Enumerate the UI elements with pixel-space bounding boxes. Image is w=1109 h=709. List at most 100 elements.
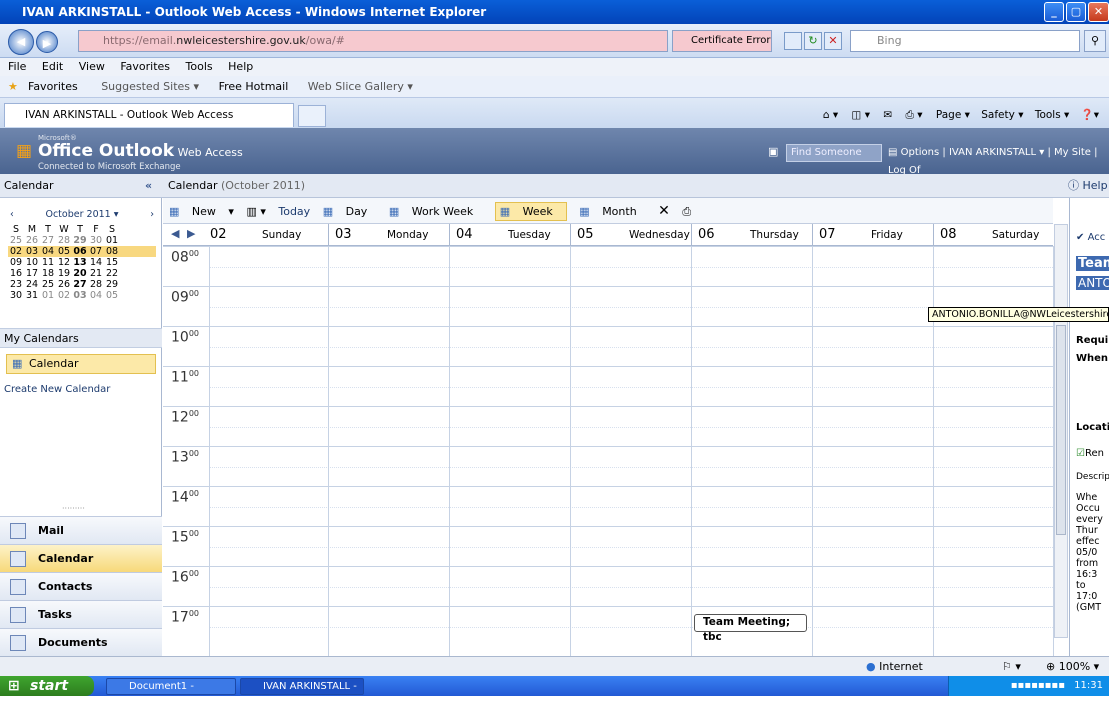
work-week-view-button[interactable]: ▦ Work Week [389,205,482,218]
day-header-wednesday[interactable]: 05 Wednesday [570,224,691,246]
mini-calendar-day[interactable]: 04 [88,290,104,301]
menu-file[interactable]: File [8,60,26,73]
close-button[interactable]: ✕ [1088,2,1109,22]
organizer-name[interactable]: ANTO [1076,276,1109,290]
new-tab-button[interactable] [298,105,326,127]
tray-icons[interactable]: ▪▪▪▪▪▪▪▪ [1011,680,1065,691]
mini-calendar-day[interactable]: 01 [40,290,56,301]
options-link[interactable]: Options [901,147,940,158]
certificate-error-button[interactable]: Certificate Error [672,30,772,52]
suggested-sites-link[interactable]: Suggested Sites ▾ [101,80,199,93]
mini-calendar-day[interactable]: 20 [72,268,88,279]
taskbar-item-word[interactable]: Document1 - Microsof... [106,678,236,707]
menu-edit[interactable]: Edit [42,60,63,73]
nav-mail[interactable]: Mail [0,516,162,544]
view-options-button[interactable]: ▥ ▾ [246,205,265,218]
pane-resize-grip[interactable]: ········· [62,504,85,513]
mini-calendar-day[interactable]: 05 [56,246,72,257]
maximize-button[interactable]: ▢ [1066,2,1086,22]
calendar-event[interactable]: Team Meeting; tbc [694,614,807,643]
mini-calendar-day[interactable]: 02 [56,290,72,301]
mini-calendar-day[interactable]: 07 [88,246,104,257]
day-header-thursday[interactable]: 06 Thursday [691,224,812,246]
print-icon[interactable]: ⎙ ▾ [906,109,923,121]
mini-calendar-day[interactable]: 29 [72,235,88,246]
prev-week-icon[interactable]: ◀ [171,227,179,240]
find-someone-input[interactable]: Find Someone [786,144,882,162]
mini-calendar-day[interactable]: 28 [56,235,72,246]
mini-calendar-day[interactable]: 10 [24,257,40,268]
page-menu[interactable]: Page ▾ [936,109,970,121]
day-header-saturday[interactable]: 08 Saturday [933,224,1054,246]
next-month-icon[interactable]: › [150,206,154,224]
mini-calendar-day[interactable]: 01 [104,235,120,246]
favorites-button[interactable]: Favorites [28,80,78,93]
collapse-pane-icon[interactable]: « [145,174,152,198]
search-box[interactable]: Bing [850,30,1080,52]
mini-calendar-day[interactable]: 05 [104,290,120,301]
mail-icon[interactable]: ✉ [883,109,892,121]
new-button[interactable]: ▦ New ▾ [169,205,234,218]
mini-calendar-day[interactable]: 08 [104,246,120,257]
mini-calendar-day[interactable]: 12 [56,257,72,268]
free-hotmail-link[interactable]: Free Hotmail [219,80,289,93]
clock[interactable]: 11:31 [1074,680,1103,691]
mini-calendar-month[interactable]: October 2011 [45,209,110,220]
search-icon[interactable]: ⚲ [1084,30,1106,52]
mini-calendar-day[interactable]: 25 [40,279,56,290]
start-button[interactable]: ⊞ start [0,676,94,696]
forward-button[interactable]: ▶ [36,31,58,53]
accept-button[interactable]: ✔ Acc [1076,232,1105,243]
refresh-icon[interactable]: ↻ [804,32,822,50]
mini-calendar-day[interactable]: 13 [72,257,88,268]
browser-tab[interactable]: IVAN ARKINSTALL - Outlook Web Access [4,103,294,127]
day-header-tuesday[interactable]: 04 Tuesday [449,224,570,246]
mini-calendar-day[interactable]: 28 [88,279,104,290]
menu-favorites[interactable]: Favorites [120,60,170,73]
mini-calendar-day[interactable]: 21 [88,268,104,279]
protected-mode-icon[interactable]: ⚐ ▾ [1002,657,1021,677]
compatibility-icon[interactable] [784,32,802,50]
week-grid[interactable]: 0800 0900 1000 1100 1200 1300 1400 1500 … [163,246,1054,656]
mini-calendar-day[interactable]: 30 [88,235,104,246]
mini-calendar-day[interactable]: 04 [40,246,56,257]
mini-calendar-day[interactable]: 15 [104,257,120,268]
back-button[interactable]: ◀ [8,29,34,55]
mini-calendar-day[interactable]: 22 [104,268,120,279]
create-new-calendar-link[interactable]: Create New Calendar [4,384,110,395]
mini-calendar-day[interactable]: 09 [8,257,24,268]
next-week-icon[interactable]: ▶ [187,227,195,240]
scrollbar-thumb[interactable] [1056,325,1066,535]
safety-menu[interactable]: Safety ▾ [981,109,1023,121]
mini-calendar-day[interactable]: 26 [56,279,72,290]
address-bar[interactable]: https://email.nwleicestershire.gov.uk/ow… [78,30,668,52]
calendar-scrollbar[interactable] [1054,224,1068,638]
day-header-sunday[interactable]: 02 Sunday [204,224,328,246]
help-link[interactable]: ⓘ Help [1068,174,1108,198]
day-view-button[interactable]: ▦ Day [323,205,377,218]
mini-calendar-day[interactable]: 27 [40,235,56,246]
mini-calendar-day[interactable]: 23 [8,279,24,290]
zoom-control[interactable]: ⊕ 100% ▾ [1046,657,1099,677]
mini-calendar-day[interactable]: 19 [56,268,72,279]
mini-calendar-day[interactable]: 06 [72,246,88,257]
address-book-icon[interactable]: ▣ [768,145,778,158]
mini-calendar-day[interactable]: 26 [24,235,40,246]
delete-icon[interactable]: ✕ [658,203,670,219]
day-header-monday[interactable]: 03 Monday [328,224,449,246]
mini-calendar-day[interactable]: 27 [72,279,88,290]
month-view-button[interactable]: ▦ Month [579,205,645,218]
mini-calendar-day[interactable]: 03 [72,290,88,301]
nav-tasks[interactable]: Tasks [0,600,162,628]
menu-view[interactable]: View [79,60,105,73]
my-site-link[interactable]: My Site [1054,147,1091,158]
stop-icon[interactable]: ✕ [824,32,842,50]
week-view-button[interactable]: ▦ Week [494,202,567,221]
prev-month-icon[interactable]: ‹ [10,206,14,224]
taskbar-item-ie[interactable]: IVAN ARKINSTALL - ... [240,678,364,707]
nav-documents[interactable]: Documents [0,628,162,656]
mini-calendar-day[interactable]: 14 [88,257,104,268]
home-icon[interactable]: ⌂ ▾ [823,109,838,121]
mini-calendar-day[interactable]: 24 [24,279,40,290]
user-menu[interactable]: IVAN ARKINSTALL ▾ [949,147,1044,158]
